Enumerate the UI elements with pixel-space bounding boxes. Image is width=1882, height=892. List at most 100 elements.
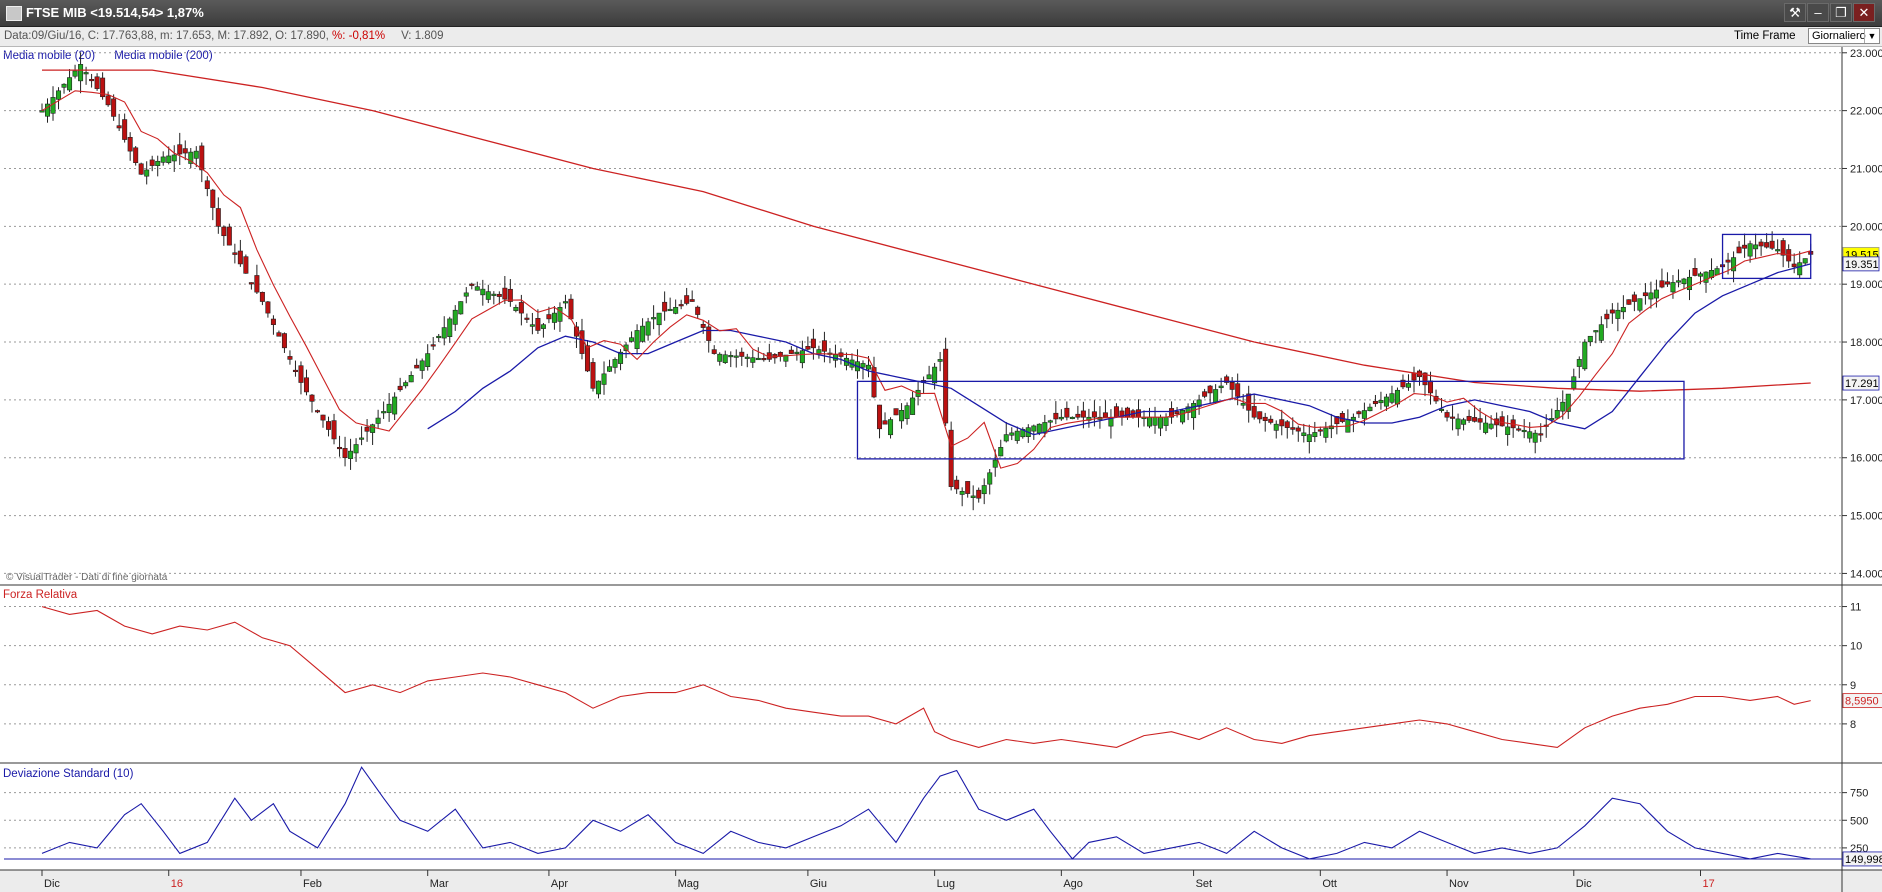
candle [1378, 400, 1384, 404]
candle [998, 447, 1004, 457]
candle [1361, 410, 1367, 419]
candle [1295, 427, 1301, 432]
candle [684, 295, 690, 304]
candle [287, 356, 293, 360]
candle [755, 357, 761, 361]
y-tick-label: 15.000 [1850, 511, 1882, 523]
candle [865, 364, 871, 370]
candle [480, 288, 486, 296]
y-tick-label: 500 [1850, 815, 1868, 827]
candle [61, 83, 67, 88]
candle [546, 314, 552, 320]
candle [1273, 423, 1279, 431]
candle [1571, 376, 1577, 389]
candle [1439, 408, 1445, 411]
candle [601, 373, 607, 385]
candle [821, 340, 827, 352]
candle [1053, 412, 1059, 420]
candle [1532, 432, 1538, 443]
candle [381, 411, 387, 414]
candle [529, 324, 535, 327]
candle [1158, 416, 1164, 429]
candle [518, 302, 524, 314]
candle [1670, 282, 1676, 293]
candle [1218, 385, 1224, 389]
candle [166, 155, 172, 164]
candle [182, 148, 188, 154]
x-tick-label: Set [1196, 878, 1213, 890]
rsi-last-label: 8,5950 [1845, 696, 1879, 708]
candle [392, 396, 398, 415]
candle [1279, 419, 1285, 427]
candle [1615, 309, 1621, 319]
candle [568, 298, 574, 320]
candle [965, 481, 971, 494]
candle [717, 353, 723, 362]
candle [171, 154, 177, 162]
candle [469, 283, 475, 286]
candle [695, 306, 701, 315]
candle [1058, 416, 1064, 420]
candle [502, 287, 508, 300]
candle [193, 150, 199, 159]
candle [1466, 415, 1472, 421]
candle [1797, 262, 1803, 276]
ma200-line [42, 69, 1811, 392]
candle [56, 90, 62, 100]
candle [1064, 407, 1070, 418]
candle [1736, 246, 1742, 254]
candle [1246, 393, 1252, 411]
candle [1725, 259, 1731, 263]
candle [447, 318, 453, 337]
candle [72, 70, 78, 77]
candle [458, 301, 464, 315]
y-tick-label: 21.000 [1850, 163, 1882, 175]
candle [1069, 416, 1075, 420]
candle [248, 282, 254, 285]
candle [89, 78, 95, 82]
candle [992, 459, 998, 468]
candle [1405, 383, 1411, 388]
candle [816, 349, 822, 355]
chart-canvas[interactable]: 14.000 15.000 16.000 17.000 18.000 19.000 20.0… [0, 0, 1882, 892]
x-tick-label: Lug [937, 878, 955, 890]
candle [651, 317, 657, 320]
candle [1014, 430, 1020, 441]
candle [794, 351, 800, 354]
candle [111, 98, 117, 117]
candle [551, 312, 557, 323]
candle [1576, 359, 1582, 367]
candle [364, 426, 370, 432]
candle [1692, 268, 1698, 276]
x-tick-label: 17 [1703, 878, 1715, 890]
last-value-label: 19.351 [1845, 259, 1879, 271]
candle [1791, 263, 1797, 268]
candle [937, 359, 943, 362]
candle [667, 308, 673, 312]
candle [1251, 406, 1257, 418]
candle [1229, 382, 1235, 390]
candle [436, 335, 442, 339]
candle [981, 485, 987, 495]
candle [199, 145, 205, 171]
candle [441, 327, 447, 339]
candle [1505, 426, 1511, 435]
x-tick-label: Mar [430, 878, 449, 890]
y-tick-label: 19.000 [1850, 279, 1882, 291]
stddev-last-label: 149,998 [1845, 854, 1882, 866]
candle [805, 345, 811, 350]
candle [149, 159, 155, 166]
candle [1664, 281, 1670, 285]
candle [430, 344, 436, 347]
candle [232, 252, 238, 255]
candle [634, 330, 640, 349]
candle [1560, 401, 1566, 412]
candle [1102, 412, 1108, 418]
candle [204, 180, 210, 190]
y-tick-label: 10 [1850, 641, 1862, 653]
candle [943, 348, 949, 424]
candle [254, 275, 260, 293]
candle [463, 292, 469, 297]
candle [292, 369, 298, 372]
candle [662, 301, 668, 312]
